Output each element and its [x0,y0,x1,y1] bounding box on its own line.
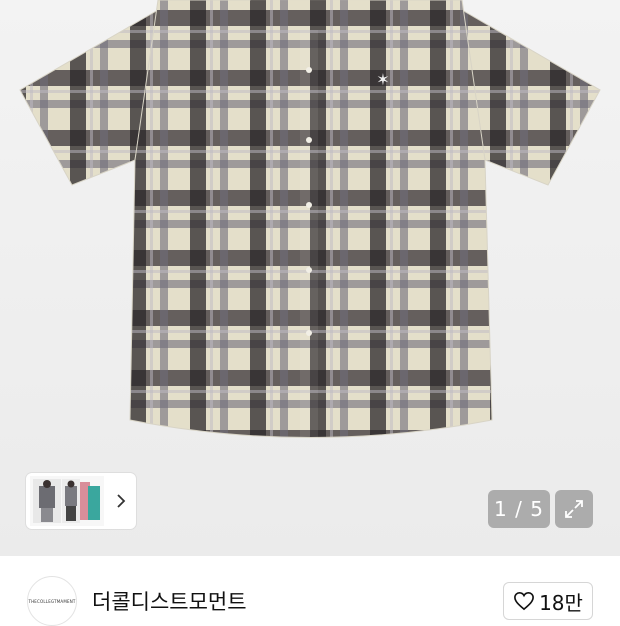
svg-text:✶: ✶ [376,70,389,89]
like-count: 18만 [539,590,583,615]
product-image-gallery[interactable]: ✶ 1 / 5 [0,0,620,556]
store-logo[interactable]: THECOLLEGTMAMENT [27,576,77,626]
heart-outline-icon [514,591,534,611]
chevron-right-icon[interactable] [112,492,130,510]
image-page-counter: 1 / 5 [488,490,550,528]
thumbnail-strip[interactable] [26,473,136,529]
store-name[interactable]: 더콜디스트모먼트 [92,586,247,616]
store-info-bar: THECOLLEGTMAMENT 더콜디스트모먼트 18만 [0,556,620,626]
expand-image-button[interactable] [555,490,593,528]
store-logo-text: THECOLLEGTMAMENT [28,598,76,604]
like-button[interactable]: 18만 [503,582,593,620]
thumbnail-images[interactable] [30,476,104,526]
expand-icon [565,500,583,518]
